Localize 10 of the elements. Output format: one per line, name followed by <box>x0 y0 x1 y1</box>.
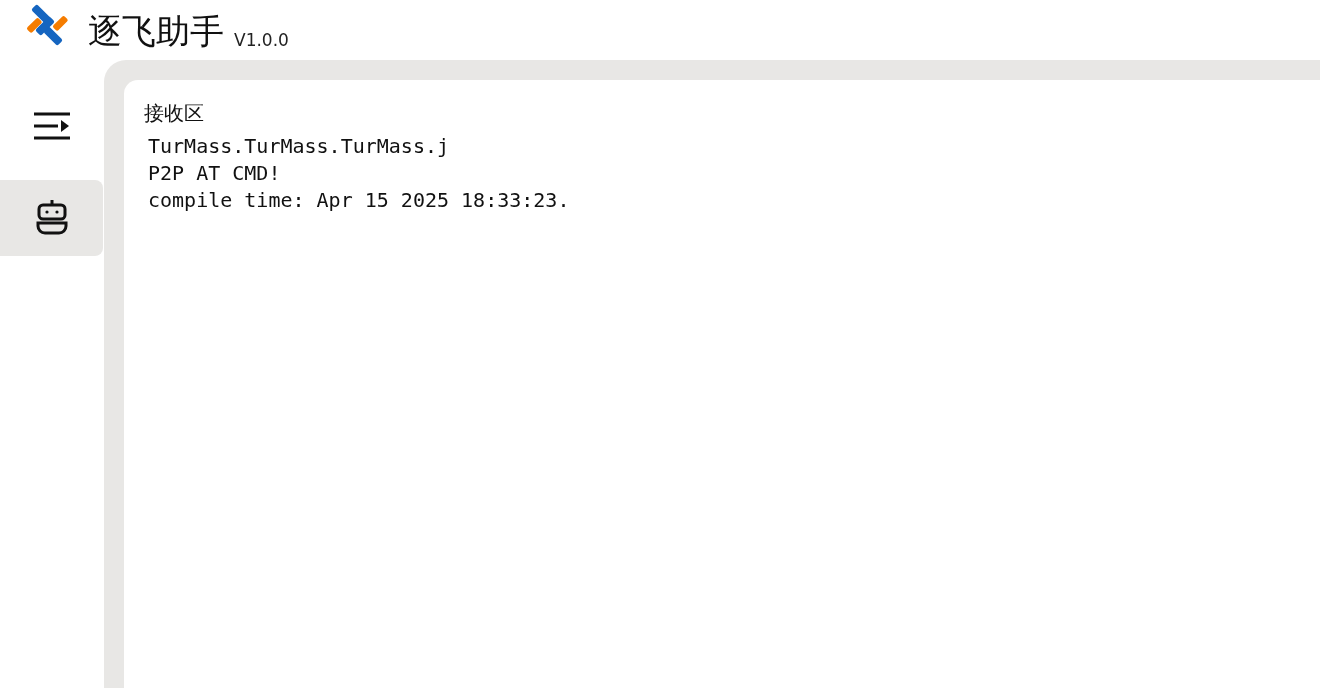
panel-title: 接收区 <box>144 100 204 127</box>
app-version: V1.0.0 <box>234 30 289 50</box>
robot-icon <box>34 199 69 237</box>
log-line: TurMass.TurMass.TurMass.j <box>148 133 450 160</box>
log-line: compile time: Apr 15 2025 18:33:23. <box>148 187 570 214</box>
nav-item[interactable] <box>0 180 103 256</box>
app-title: 逐飞助手 <box>88 14 224 48</box>
menu-icon <box>33 112 70 140</box>
log-line: P2P AT CMD! <box>148 160 281 187</box>
logo-icon <box>24 2 70 48</box>
